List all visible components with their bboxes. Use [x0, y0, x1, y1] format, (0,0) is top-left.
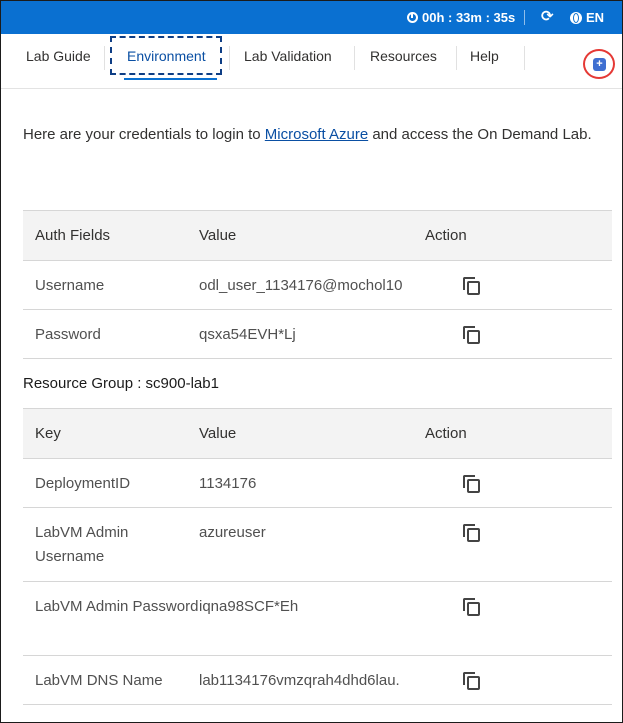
field-name: LabVM DNS Name — [23, 655, 199, 705]
plus-window-icon: + — [593, 58, 606, 71]
lab-timer: 00h : 33m : 35s — [407, 10, 515, 25]
refresh-icon[interactable]: ⟳ — [541, 9, 554, 24]
field-value: azureuser — [199, 507, 425, 582]
lab-panel: 00h : 33m : 35s ⟳ EN Lab Guide Environme… — [0, 0, 623, 723]
column-header: Value — [199, 408, 425, 459]
tab-divider — [104, 46, 105, 70]
copy-icon[interactable] — [463, 475, 480, 493]
credentials-intro: Here are your credentials to login to Mi… — [23, 122, 603, 147]
field-value: odl_user_1134176@mochol10 — [199, 260, 425, 310]
tab-help[interactable]: Help — [470, 48, 499, 64]
tab-resources[interactable]: Resources — [370, 48, 437, 64]
tab-environment[interactable]: Environment — [127, 48, 206, 64]
field-value: lab1134176vmzqrah4dhd6lau. — [199, 655, 425, 705]
timer-text: 00h : 33m : 35s — [422, 10, 516, 25]
topbar-divider — [524, 10, 525, 25]
resource-group-title: Resource Group : sc900-lab1 — [23, 375, 219, 392]
tab-divider — [456, 46, 457, 70]
field-name: LabVM Admin Username — [23, 507, 199, 582]
table-row: LabVM Admin Username azureuser — [23, 507, 612, 582]
field-value: qsxa54EVH*Lj — [199, 309, 425, 359]
column-header: Key — [23, 408, 199, 459]
tab-divider — [229, 46, 230, 70]
column-header: Action — [425, 210, 612, 261]
active-tab-underline — [124, 78, 217, 80]
table-row: Password qsxa54EVH*Lj — [23, 309, 612, 359]
intro-text-end: and access the On Demand Lab. — [368, 126, 592, 143]
table-row: DeploymentID 1134176 — [23, 458, 612, 508]
tab-divider — [524, 46, 525, 70]
language-label: EN — [586, 10, 605, 25]
table-row: LabVM Admin Password iqna98SCF*Eh — [23, 581, 612, 656]
field-value: 1134176 — [199, 458, 425, 508]
globe-icon — [570, 11, 582, 24]
copy-icon[interactable] — [463, 326, 480, 344]
table-header-row: Key Value Action — [23, 408, 612, 459]
table-row: Username odl_user_1134176@mochol10 — [23, 260, 612, 310]
column-header: Value — [199, 210, 425, 261]
intro-text: Here are your credentials to login to — [23, 126, 265, 143]
field-name: LabVM Admin Password — [23, 581, 199, 656]
split-window-button[interactable]: + — [583, 49, 615, 79]
tab-lab-guide[interactable]: Lab Guide — [26, 48, 91, 64]
auth-table: Auth Fields Value Action Username odl_us… — [23, 210, 612, 359]
clock-icon — [407, 12, 418, 23]
table-header-row: Auth Fields Value Action — [23, 210, 612, 261]
column-header: Auth Fields — [23, 210, 199, 261]
copy-icon[interactable] — [463, 672, 480, 690]
resource-group-table: Key Value Action DeploymentID 1134176 La… — [23, 408, 612, 705]
copy-icon[interactable] — [463, 277, 480, 295]
field-name: Username — [23, 260, 199, 310]
tab-lab-validation[interactable]: Lab Validation — [244, 48, 332, 64]
field-name: DeploymentID — [23, 458, 199, 508]
field-name: Password — [23, 309, 199, 359]
copy-icon[interactable] — [463, 598, 480, 616]
microsoft-azure-link[interactable]: Microsoft Azure — [265, 126, 368, 143]
tab-divider — [354, 46, 355, 70]
language-selector[interactable]: EN — [570, 10, 604, 25]
tab-bar: Lab Guide Environment Lab Validation Res… — [1, 34, 622, 89]
column-header: Action — [425, 408, 612, 459]
top-bar: 00h : 33m : 35s ⟳ EN — [1, 1, 622, 34]
field-value: iqna98SCF*Eh — [199, 581, 425, 656]
table-row: LabVM DNS Name lab1134176vmzqrah4dhd6lau… — [23, 655, 612, 705]
copy-icon[interactable] — [463, 524, 480, 542]
